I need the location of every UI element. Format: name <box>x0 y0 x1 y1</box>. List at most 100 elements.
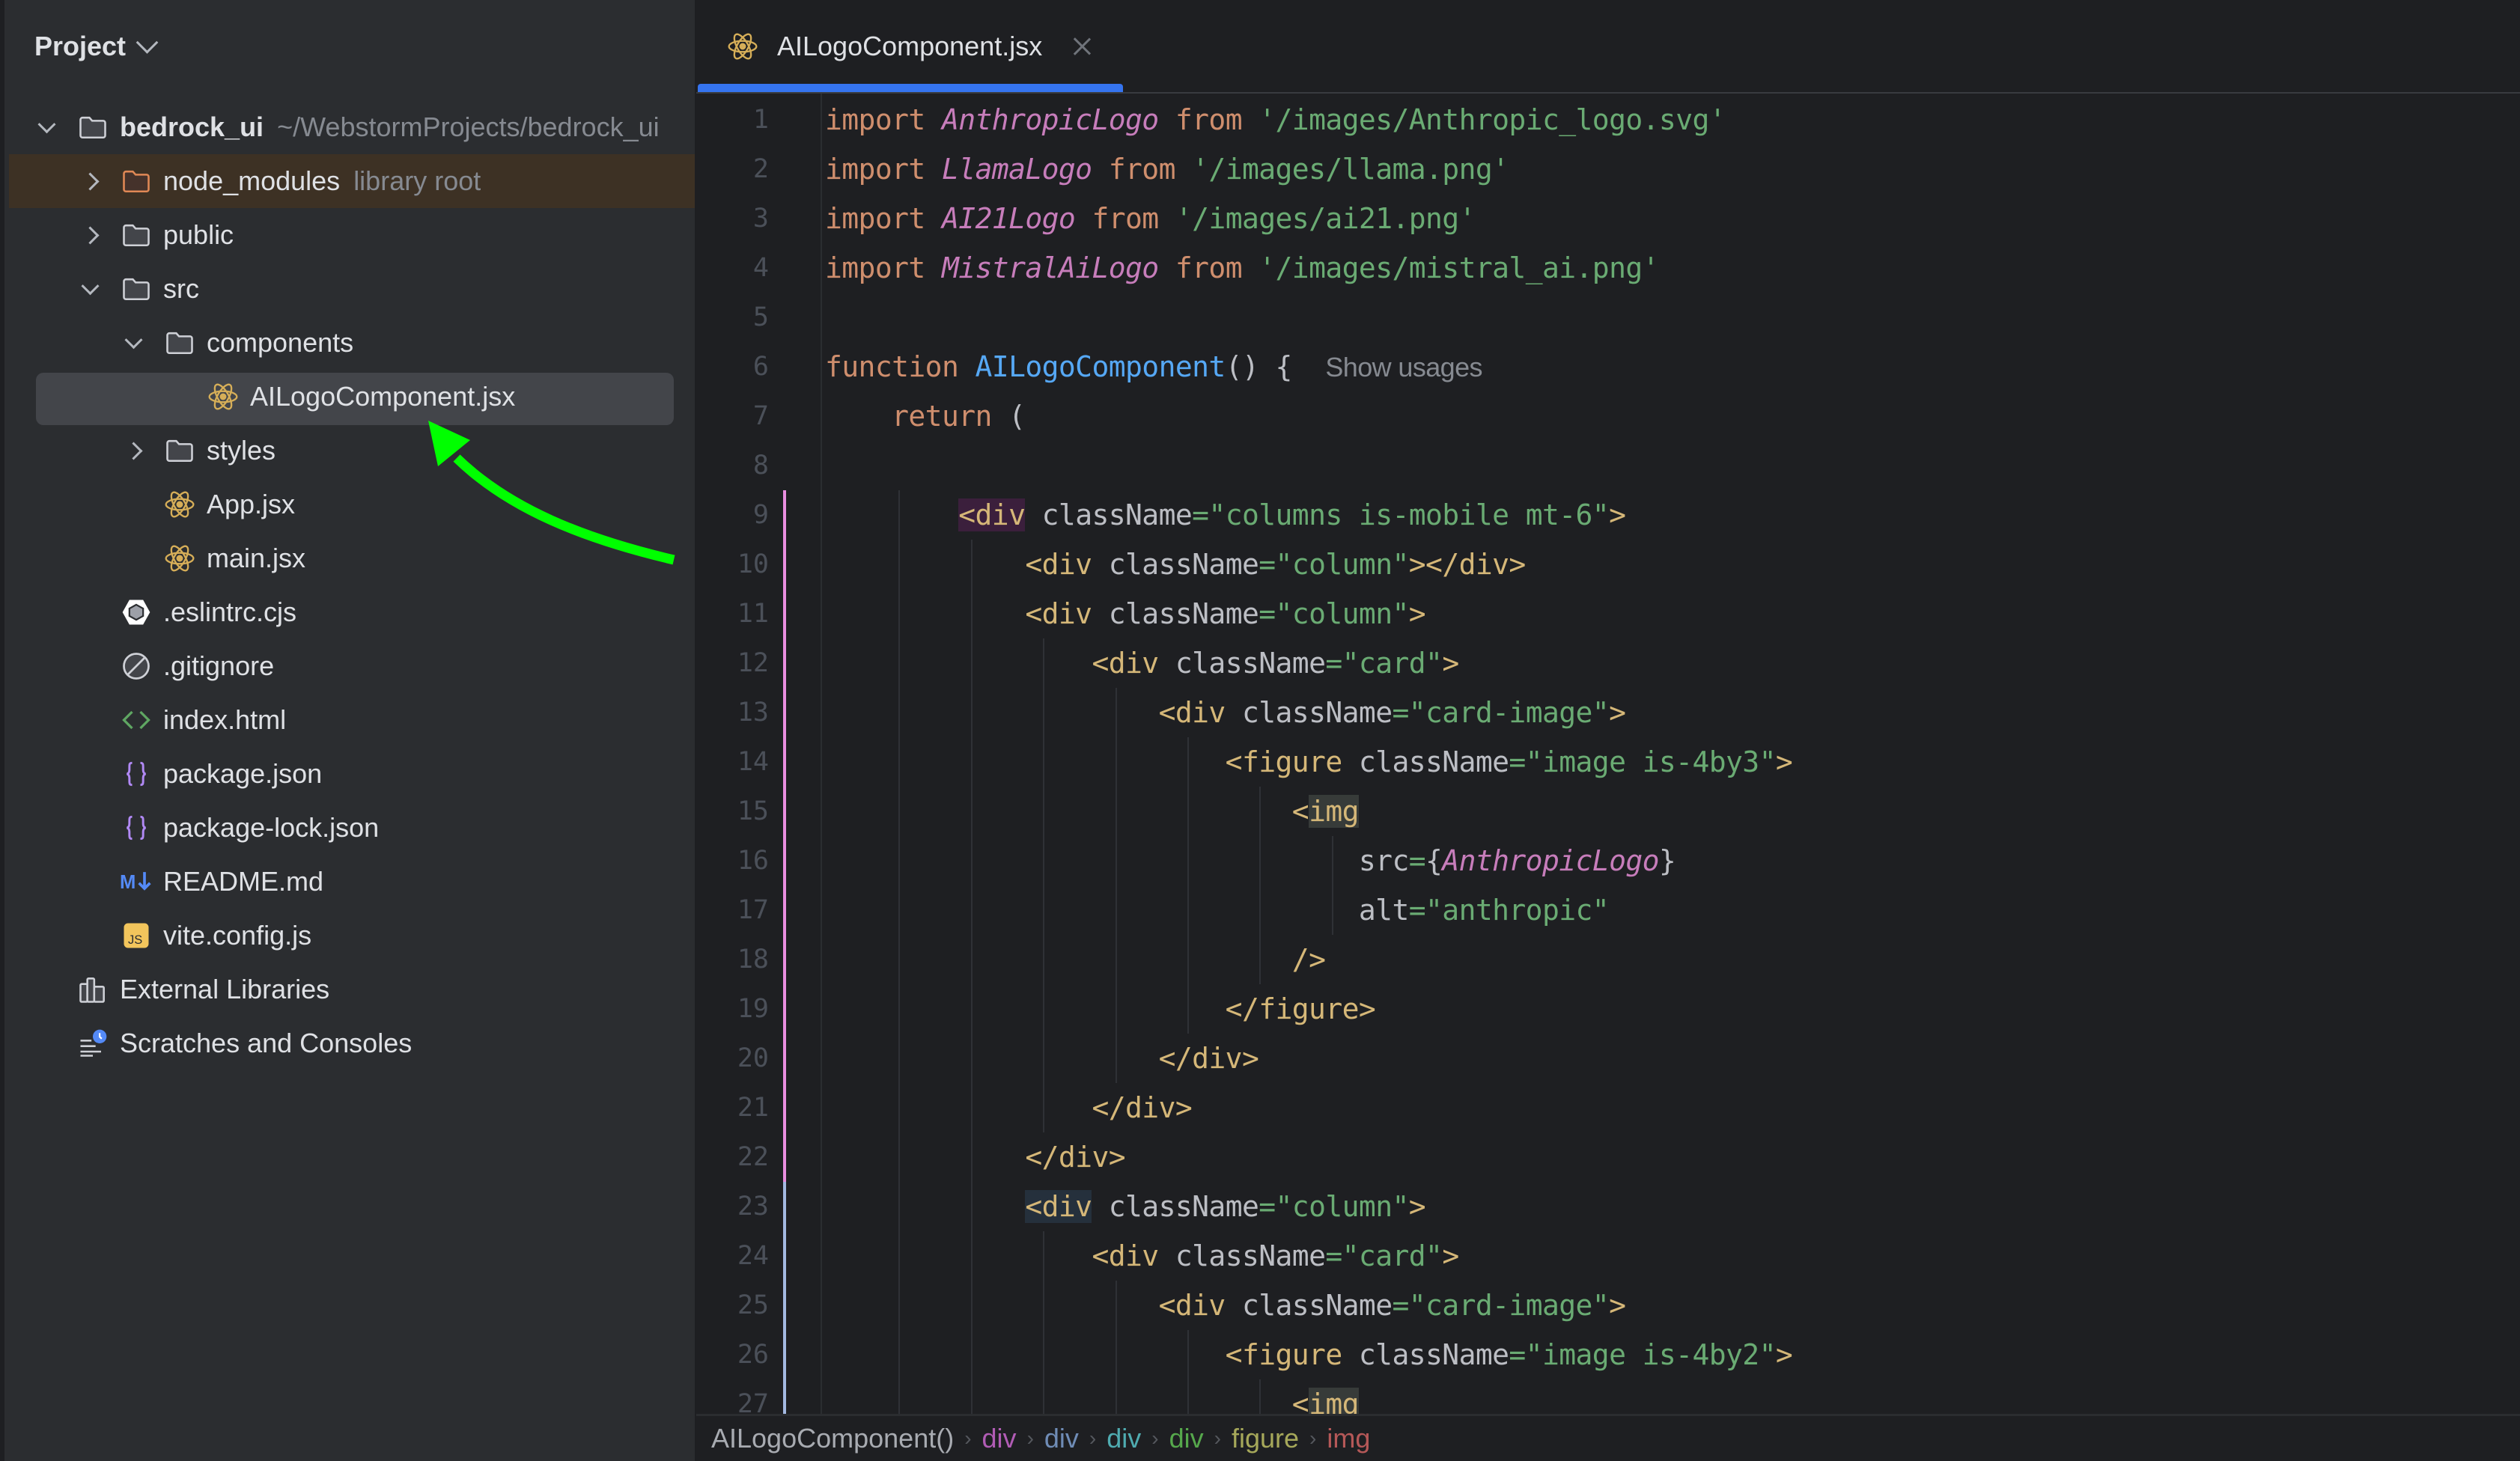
token: ="columns is-mobile mt-6" <box>1192 498 1610 531</box>
code-line[interactable]: 18 /> <box>696 935 2520 984</box>
chevron-right-icon[interactable] <box>76 222 103 248</box>
close-icon[interactable] <box>1072 37 1092 56</box>
breadcrumb-item[interactable]: div <box>1169 1423 1204 1454</box>
code-line[interactable]: 6 function AILogoComponent() { Show usage… <box>696 342 2520 391</box>
token: <figure <box>1225 745 1343 778</box>
chevron-right-icon[interactable] <box>120 437 147 464</box>
tree-item[interactable]: External Libraries <box>9 963 695 1016</box>
tree-item[interactable]: JS vite.config.js <box>9 909 695 963</box>
token: AnthropicLogo <box>1442 844 1659 877</box>
chevron-down-icon[interactable] <box>76 275 103 302</box>
code-line[interactable]: 8 <box>696 441 2520 490</box>
code-line[interactable]: 27 <img <box>696 1379 2520 1414</box>
code-line[interactable]: 21 </div> <box>696 1083 2520 1132</box>
code-line[interactable]: 10 <div className="column"></div> <box>696 540 2520 589</box>
tree-item[interactable]: M README.md <box>9 855 695 909</box>
line-number[interactable]: 14 <box>696 747 769 777</box>
tree-item[interactable]: AILogoComponent.jsx <box>9 370 695 425</box>
line-number[interactable]: 8 <box>696 451 769 481</box>
tree-item-label: vite.config.js <box>163 920 312 951</box>
tree-item[interactable]: .eslintrc.cjs <box>9 585 695 639</box>
token[interactable]: Show usages <box>1325 352 1482 382</box>
breadcrumb-item[interactable]: img <box>1327 1423 1370 1454</box>
breadcrumb-item[interactable]: div <box>1044 1423 1079 1454</box>
code-line[interactable]: 16 src={AnthropicLogo} <box>696 836 2520 885</box>
line-number[interactable]: 15 <box>696 796 769 826</box>
line-number[interactable]: 2 <box>696 154 769 184</box>
tree-item[interactable]: public <box>9 208 695 262</box>
tree-item[interactable]: node_modules library root <box>9 154 695 208</box>
line-number[interactable]: 19 <box>696 994 769 1024</box>
code-line[interactable]: 20 </div> <box>696 1034 2520 1083</box>
project-view-selector[interactable]: Project <box>34 25 159 67</box>
line-number[interactable]: 23 <box>696 1192 769 1221</box>
tree-item[interactable]: components <box>9 316 695 370</box>
line-number[interactable]: 18 <box>696 945 769 974</box>
line-number[interactable]: 21 <box>696 1093 769 1123</box>
code-line[interactable]: 26 <figure className="image is-4by2"> <box>696 1330 2520 1379</box>
code-line[interactable]: 3 import AI21Logo from '/images/ai21.png' <box>696 194 2520 243</box>
code-line[interactable]: 1 import AnthropicLogo from '/images/Anth… <box>696 95 2520 144</box>
breadcrumb-item[interactable]: figure <box>1232 1423 1299 1454</box>
line-number[interactable]: 10 <box>696 549 769 579</box>
code-line[interactable]: 24 <div className="card"> <box>696 1231 2520 1281</box>
tree-item[interactable]: styles <box>9 424 695 478</box>
code-line[interactable]: 9 <div className="columns is-mobile mt-6… <box>696 490 2520 540</box>
line-number[interactable]: 22 <box>696 1142 769 1172</box>
line-number[interactable]: 11 <box>696 599 769 629</box>
code-line[interactable]: 7 return ( <box>696 391 2520 441</box>
tree-item[interactable]: .gitignore <box>9 639 695 693</box>
folder-icon <box>163 326 196 359</box>
line-number[interactable]: 3 <box>696 204 769 234</box>
line-number[interactable]: 6 <box>696 352 769 382</box>
tree-item[interactable]: index.html <box>9 693 695 747</box>
line-number[interactable]: 5 <box>696 302 769 332</box>
token: className <box>1225 696 1393 729</box>
vcs-change-marker[interactable] <box>783 490 786 1182</box>
line-number[interactable]: 27 <box>696 1389 769 1414</box>
line-number[interactable]: 16 <box>696 846 769 876</box>
code-line[interactable]: 15 <img <box>696 787 2520 836</box>
breadcrumb-item[interactable]: div <box>982 1423 1017 1454</box>
tree-item[interactable]: package.json <box>9 747 695 801</box>
code-line[interactable]: 5 <box>696 293 2520 342</box>
line-number[interactable]: 25 <box>696 1290 769 1320</box>
tree-item[interactable]: main.jsx <box>9 531 695 585</box>
tree-item[interactable]: Scratches and Consoles <box>9 1016 695 1070</box>
line-number[interactable]: 20 <box>696 1043 769 1073</box>
code-line[interactable]: 25 <div className="card-image"> <box>696 1281 2520 1330</box>
code-line[interactable]: 17 alt="anthropic" <box>696 885 2520 935</box>
tree-item[interactable]: src <box>9 262 695 316</box>
chevron-down-icon[interactable] <box>120 329 147 356</box>
line-number[interactable]: 17 <box>696 895 769 925</box>
code-line[interactable]: 11 <div className="column"> <box>696 589 2520 638</box>
line-number[interactable]: 9 <box>696 500 769 530</box>
tree-item-label: index.html <box>163 704 287 735</box>
code-line[interactable]: 4 import MistralAiLogo from '/images/mist… <box>696 243 2520 293</box>
line-number[interactable]: 1 <box>696 105 769 135</box>
line-number[interactable]: 24 <box>696 1241 769 1271</box>
code-line[interactable]: 19 </figure> <box>696 984 2520 1034</box>
code-line[interactable]: 2 import LlamaLogo from '/images/llama.pn… <box>696 144 2520 194</box>
line-number[interactable]: 12 <box>696 648 769 678</box>
code-line[interactable]: 13 <div className="card-image"> <box>696 688 2520 737</box>
line-number[interactable]: 26 <box>696 1340 769 1370</box>
code-line[interactable]: 23 <div className="column"> <box>696 1182 2520 1231</box>
tree-item[interactable]: bedrock_ui ~/WebstormProjects/bedrock_ui <box>9 100 695 154</box>
code-line[interactable]: 12 <div className="card"> <box>696 638 2520 688</box>
chevron-right-icon[interactable] <box>76 168 103 195</box>
vcs-change-marker[interactable] <box>783 1182 786 1414</box>
breadcrumb-item[interactable]: AILogoComponent() <box>711 1423 954 1454</box>
tree-item[interactable]: package-lock.json <box>9 801 695 855</box>
code-line[interactable]: 14 <figure className="image is-4by3"> <box>696 737 2520 787</box>
chevron-down-icon[interactable] <box>33 114 60 141</box>
line-number[interactable]: 13 <box>696 698 769 728</box>
tree-item[interactable]: App.jsx <box>9 478 695 531</box>
line-number[interactable]: 7 <box>696 401 769 431</box>
code-line[interactable]: 22 </div> <box>696 1132 2520 1182</box>
tab-ailogocomponent[interactable]: AILogoComponent.jsx <box>698 0 1123 93</box>
breadcrumb-item[interactable]: div <box>1107 1423 1141 1454</box>
code-editor[interactable]: 1 import AnthropicLogo from '/images/Anth… <box>696 95 2520 1414</box>
line-number[interactable]: 4 <box>696 253 769 283</box>
